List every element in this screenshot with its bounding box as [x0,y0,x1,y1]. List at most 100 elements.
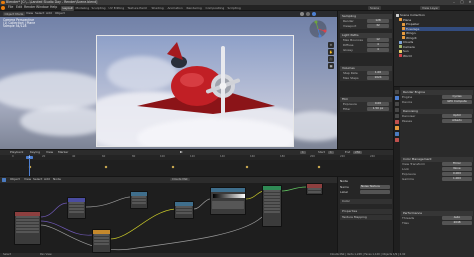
timeline-menu-view[interactable]: View [46,151,53,154]
scene-tab-icon[interactable] [395,114,399,118]
blender-menu-icon[interactable] [1,6,5,10]
outliner-row[interactable]: Fuselage [402,26,474,31]
timeline-track[interactable] [0,160,393,177]
tab-layout[interactable]: Layout [61,5,75,11]
section-film[interactable]: Film [340,97,392,102]
scene-selector[interactable]: Scene [368,6,382,10]
tab-animation[interactable]: Animation [166,6,184,11]
camera-icon[interactable]: 🎥 [328,56,334,62]
tab-rendering[interactable]: Rendering [185,6,203,11]
node-principled-volume[interactable] [262,185,282,227]
view-layer-tab-icon[interactable] [395,108,399,112]
tab-sculpting[interactable]: Sculpting [90,6,107,11]
outliner-row[interactable]: World [399,54,474,58]
viewport-samples-field[interactable]: 32 [367,23,389,29]
tiles-field[interactable]: 2048 [442,220,472,226]
section-color[interactable]: Color [340,199,392,204]
section-properties[interactable]: Properties [340,209,392,214]
viewport-menu-add[interactable]: Add [46,12,52,15]
menu-render[interactable]: Render [24,5,35,9]
node-socket-row [264,211,280,214]
outliner-row[interactable]: Sun [399,49,474,53]
glossy-bounces-field[interactable]: 4 [367,47,389,53]
menu-window[interactable]: Window [36,5,49,9]
node-colorramp-2[interactable] [210,187,246,215]
playhead-frame-label[interactable]: 1 [26,155,33,159]
pan-icon[interactable]: ✋ [328,49,334,55]
section-render-engine[interactable]: Render Engine [401,90,473,95]
outliner-row[interactable]: Wing.L [402,31,474,35]
node-label-field[interactable] [360,190,390,194]
current-frame-field[interactable]: 1 [300,150,306,154]
field-label: Label [340,190,349,194]
menu-help[interactable]: Help [50,5,57,9]
outliner-row[interactable]: Scene Collection [396,13,474,17]
grid-icon[interactable]: ▦ [328,63,334,69]
outliner-row[interactable]: Propeller [402,22,474,26]
tab-compositing[interactable]: Compositing [204,6,226,11]
node-colorramp[interactable] [174,201,194,219]
end-frame-field[interactable]: 250 [353,150,363,154]
field-label: Filter [343,106,351,111]
start-frame-field[interactable]: 1 [328,150,334,154]
section-color-management[interactable]: Color Management [401,157,473,162]
outliner-row[interactable]: Plane [399,18,474,22]
filter-width-field[interactable]: 1.50 px [367,106,389,112]
tool-tab-icon[interactable] [395,90,399,94]
outliner-row[interactable]: Wing.R [402,36,474,40]
node-math[interactable] [130,191,148,209]
section-volumes[interactable]: Volumes [340,66,392,71]
world-tab-icon[interactable] [395,120,399,124]
timeline-panel[interactable]: Playback Keying View Marker 1 Start 1 En… [0,149,393,177]
outliner-row[interactable]: Camera [399,45,474,49]
shading-solid-icon[interactable] [300,12,304,16]
passes-dropdown[interactable]: Albedo [442,118,472,124]
viewport-menu-select[interactable]: Select [35,12,44,15]
tab-modeling[interactable]: Modeling [74,6,91,11]
mesh-icon [402,22,405,26]
section-denoising[interactable]: Denoising [401,109,473,114]
node-material-output[interactable] [306,183,323,195]
color-ramp-gradient[interactable] [213,194,245,198]
tab-shading[interactable]: Shading [150,6,165,11]
section-light-paths[interactable]: Light Paths [340,33,392,38]
mode-selector[interactable]: Object Mode [3,12,25,16]
node-name-field[interactable]: Noise Texture [360,185,390,189]
background-cloud [0,71,110,111]
max-steps-field[interactable]: 1024 [367,75,389,81]
status-select-hint: Select [3,252,12,256]
device-dropdown[interactable]: GPU Compute [442,99,472,105]
3d-viewport[interactable]: Object Mode View Select Add Object Camer… [0,11,337,149]
node-noise-texture[interactable] [92,229,111,253]
node-mapping[interactable] [67,197,86,219]
navigation-gizmo[interactable] [309,20,327,38]
gamma-field[interactable]: 1.000 [442,176,472,182]
timeline-menu-playback[interactable]: Playback [10,151,23,154]
outliner-row[interactable]: Clouds [399,40,474,44]
play-button-icon[interactable] [180,151,183,153]
node-socket-row [176,206,192,209]
shading-material-icon[interactable] [306,12,310,16]
view-layer-selector[interactable]: View Layer [420,6,441,10]
section-texture-mapping[interactable]: Texture Mapping [340,215,392,220]
shading-rendered-icon[interactable] [312,12,316,16]
tab-uv-editing[interactable]: UV Editing [107,6,126,11]
zoom-icon[interactable]: ✛ [328,42,334,48]
timeline-menu-keying[interactable]: Keying [30,151,40,154]
tab-texture-paint[interactable]: Texture Paint [126,6,148,11]
object-tab-icon[interactable] [395,126,399,130]
modifier-tab-icon[interactable] [395,132,399,136]
render-tab-icon[interactable] [395,96,399,100]
section-sampling[interactable]: Sampling [340,14,392,19]
timeline-menu-marker[interactable]: Marker [58,151,68,154]
output-tab-icon[interactable] [395,102,399,106]
viewport-menu-object[interactable]: Object [55,12,65,15]
viewport-menu-view[interactable]: View [26,12,33,15]
tab-scripting[interactable]: Scripting [226,6,242,11]
section-performance[interactable]: Performance [401,211,473,216]
shader-node-editor[interactable]: Object View Select Add Node Clouds Mat [0,176,337,257]
material-tab-icon[interactable] [395,138,399,142]
menu-edit[interactable]: Edit [16,5,22,9]
menu-file[interactable]: File [8,5,13,9]
node-texture-coordinate[interactable] [14,211,41,245]
